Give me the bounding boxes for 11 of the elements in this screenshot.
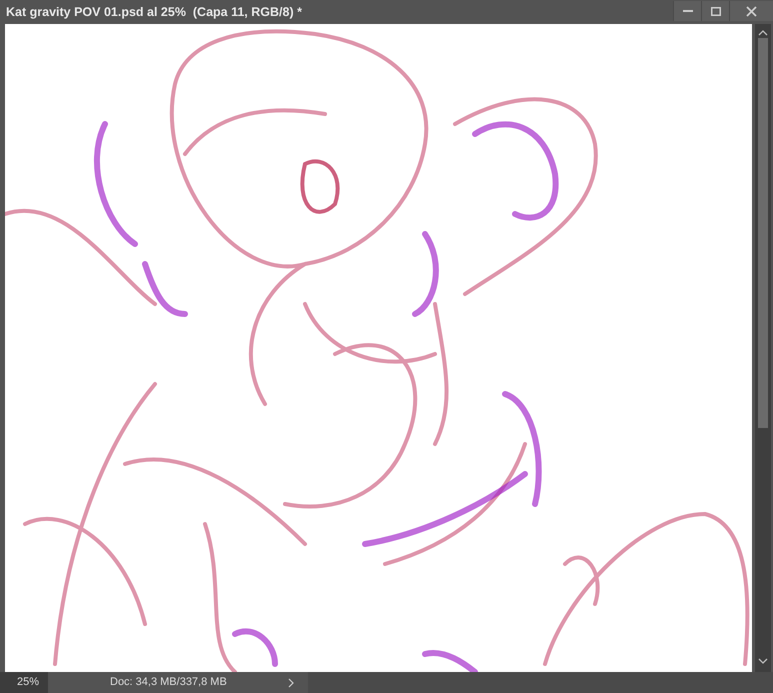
maximize-button[interactable] bbox=[701, 1, 729, 21]
chevron-right-icon[interactable] bbox=[288, 678, 294, 688]
vertical-scrollbar[interactable] bbox=[755, 24, 771, 672]
minimize-icon bbox=[682, 10, 692, 12]
close-icon bbox=[746, 6, 757, 16]
minimize-button[interactable] bbox=[673, 1, 701, 21]
document-size: Doc: 34,3 MB/337,8 MB bbox=[110, 675, 227, 690]
close-button[interactable] bbox=[729, 1, 773, 21]
maximize-icon bbox=[710, 6, 720, 16]
window-title: Kat gravity POV 01.psd al 25% (Capa 11, RGB/8) * bbox=[6, 4, 302, 21]
scrollbar-thumb[interactable] bbox=[758, 38, 768, 428]
